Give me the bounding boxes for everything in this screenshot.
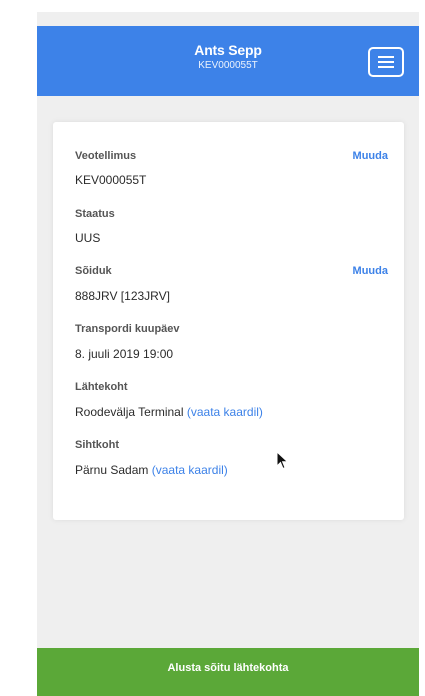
destination-label: Sihtkoht bbox=[75, 439, 119, 451]
vehicle-value: 888JRV [123JRV] bbox=[75, 289, 170, 303]
menu-icon-bar-2 bbox=[378, 61, 394, 63]
transport-date-label: Transpordi kuupäev bbox=[75, 323, 180, 335]
order-value: KEV000055T bbox=[75, 173, 147, 187]
edit-vehicle-link[interactable]: Muuda bbox=[353, 265, 388, 277]
mouse-cursor-icon bbox=[276, 451, 289, 470]
status-value: UUS bbox=[75, 231, 101, 245]
app-header: Ants Sepp KEV000055T bbox=[37, 26, 419, 96]
order-label: Veotellimus bbox=[75, 150, 137, 162]
vehicle-label: Sõiduk bbox=[75, 265, 112, 277]
destination-row: Pärnu Sadam (vaata kaardil) bbox=[75, 463, 228, 477]
order-details-card: Veotellimus Muuda KEV000055T Staatus UUS… bbox=[53, 122, 404, 520]
origin-row: Roodevälja Terminal (vaata kaardil) bbox=[75, 405, 263, 419]
status-label: Staatus bbox=[75, 208, 115, 220]
app-screen: Ants Sepp KEV000055T Veotellimus Muuda K… bbox=[37, 12, 419, 696]
menu-icon-bar-3 bbox=[378, 66, 394, 68]
transport-date-value: 8. juuli 2019 19:00 bbox=[75, 347, 174, 361]
menu-icon bbox=[378, 56, 394, 58]
origin-map-link[interactable]: (vaata kaardil) bbox=[187, 405, 263, 419]
destination-value: Pärnu Sadam bbox=[75, 463, 149, 477]
header-order-code: KEV000055T bbox=[198, 60, 258, 71]
origin-value: Roodevälja Terminal bbox=[75, 405, 184, 419]
origin-label: Lähtekoht bbox=[75, 381, 128, 393]
edit-order-link[interactable]: Muuda bbox=[353, 150, 388, 162]
destination-map-link[interactable]: (vaata kaardil) bbox=[152, 463, 228, 477]
start-trip-button[interactable]: Alusta sõitu lähtekohta bbox=[37, 648, 419, 696]
hamburger-menu-button[interactable] bbox=[368, 47, 404, 77]
user-name: Ants Sepp bbox=[194, 42, 262, 58]
